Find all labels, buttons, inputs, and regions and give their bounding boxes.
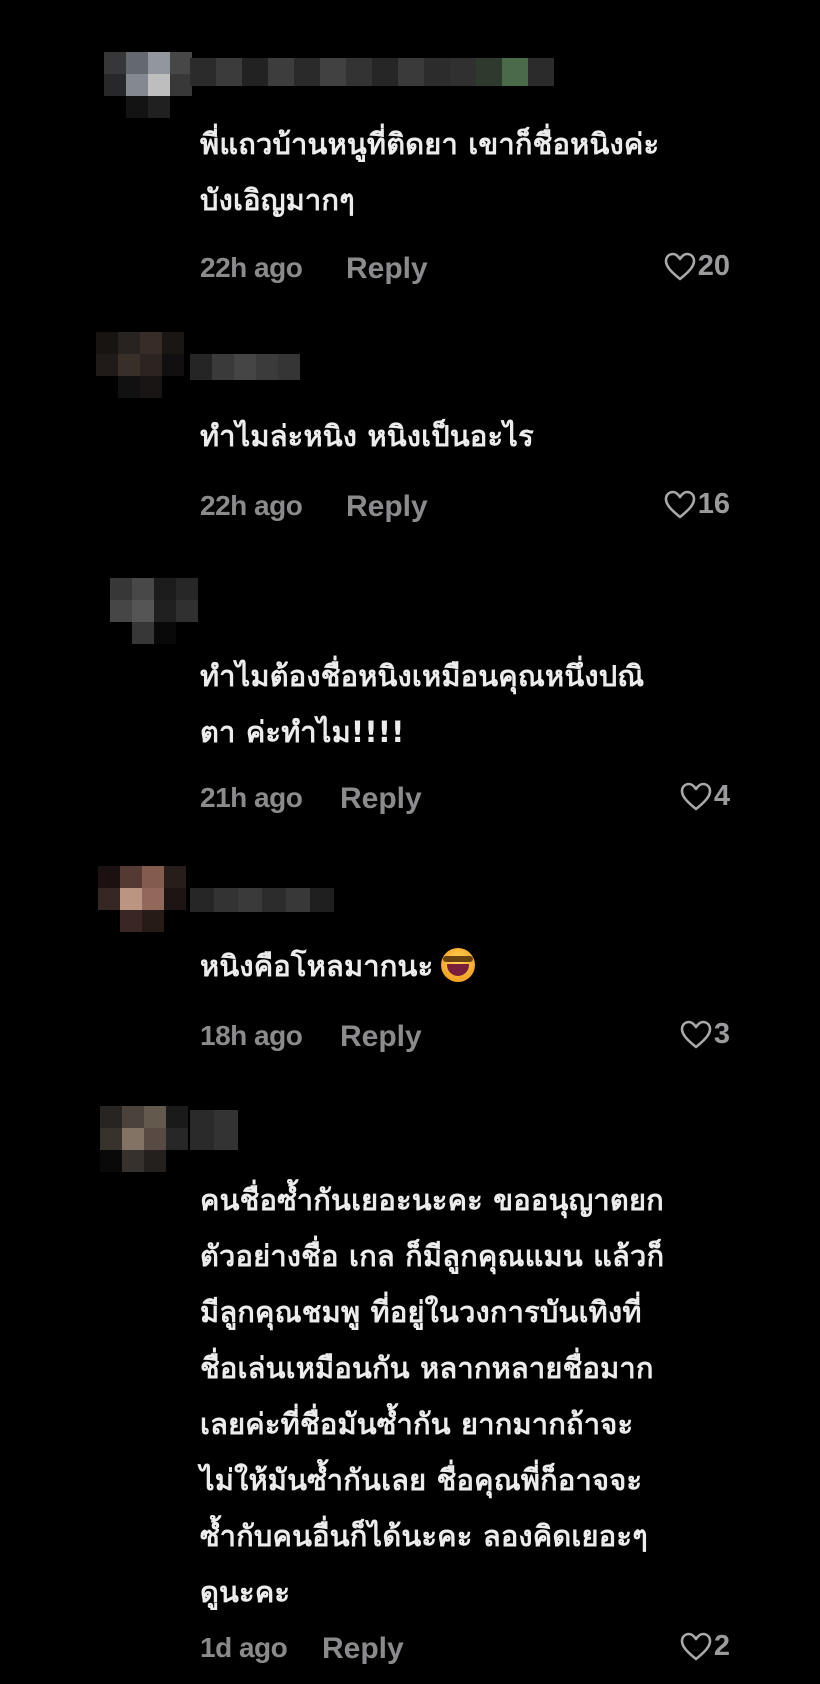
like-button[interactable]: 2 <box>680 1630 730 1663</box>
like-count: 20 <box>697 250 730 282</box>
comment-meta: 1d ago Reply 2 <box>200 1630 730 1672</box>
avatar[interactable] <box>96 332 184 398</box>
comment-time: 18h ago <box>200 1020 303 1051</box>
reply-button[interactable]: Reply <box>346 252 428 286</box>
heart-outline-icon <box>680 1020 712 1048</box>
comment-text-body: หนิงคือโหลมากนะ <box>200 949 434 983</box>
comment-text: ทำไมต้องชื่อหนิงเหมือนคุณหนึ่งปณิ ตา ค่ะ… <box>200 659 645 749</box>
laughing-emoji-icon <box>441 948 476 982</box>
heart-outline-icon <box>680 1632 712 1660</box>
heart-outline-icon <box>664 490 696 518</box>
avatar[interactable] <box>104 52 192 118</box>
comment-text: หนิงคือโหลมากนะ <box>200 938 750 994</box>
reply-button[interactable]: Reply <box>346 490 428 524</box>
heart-outline-icon <box>664 252 696 280</box>
like-count: 3 <box>713 1018 730 1050</box>
avatar[interactable] <box>100 1106 188 1172</box>
comment-meta: 18h ago Reply 3 <box>200 1018 730 1060</box>
reply-button[interactable]: Reply <box>340 782 422 816</box>
username[interactable] <box>190 888 334 912</box>
username[interactable] <box>190 58 554 86</box>
comment-time: 1d ago <box>200 1632 288 1663</box>
comment-meta: 22h ago Reply 20 <box>200 250 730 292</box>
comment-text: พี่แถวบ้านหนูที่ติดยา เขาก็ชื่อหนิงค่ะ บ… <box>200 127 660 217</box>
like-count: 4 <box>713 780 730 812</box>
like-button[interactable]: 4 <box>680 780 730 813</box>
comment-time: 22h ago <box>200 490 303 521</box>
comment-time: 22h ago <box>200 252 303 283</box>
like-button[interactable]: 20 <box>664 250 730 283</box>
username[interactable] <box>190 354 300 380</box>
reply-button[interactable]: Reply <box>322 1632 404 1666</box>
comment-meta: 21h ago Reply 4 <box>200 780 730 822</box>
comment-meta: 22h ago Reply 16 <box>200 488 730 530</box>
like-button[interactable]: 16 <box>664 488 730 521</box>
comment-text: ทำไมล่ะหนิง หนิงเป็นอะไร <box>200 419 534 453</box>
like-button[interactable]: 3 <box>680 1018 730 1051</box>
reply-button[interactable]: Reply <box>340 1020 422 1054</box>
comment-text: คนชื่อซ้ำกันเยอะนะคะ ขออนุญาตยก ตัวอย่าง… <box>200 1183 665 1609</box>
comment-time: 21h ago <box>200 782 303 813</box>
like-count: 16 <box>697 488 730 520</box>
heart-outline-icon <box>680 782 712 810</box>
avatar[interactable] <box>98 866 186 932</box>
avatar[interactable] <box>110 578 198 644</box>
username[interactable] <box>190 1110 238 1150</box>
like-count: 2 <box>713 1630 730 1662</box>
